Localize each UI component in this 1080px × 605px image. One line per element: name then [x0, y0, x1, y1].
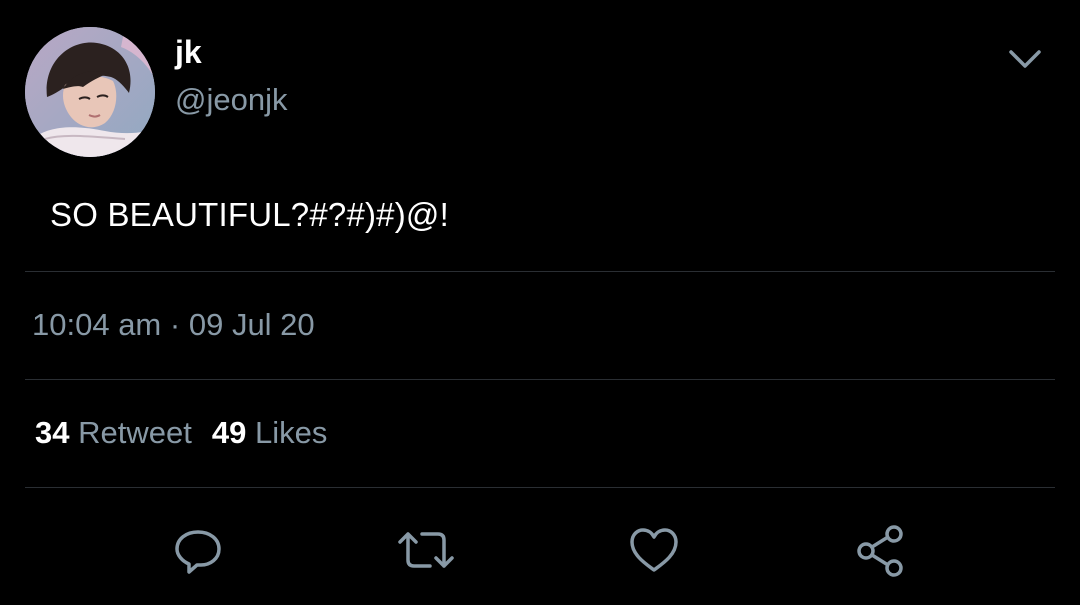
profile-photo [25, 27, 155, 157]
divider [25, 379, 1055, 380]
retweet-icon [398, 532, 454, 568]
retweet-stat[interactable]: 34 Retweet [35, 415, 192, 450]
share-icon [857, 525, 903, 577]
tweet-time: 10:04 am [32, 307, 162, 342]
divider [25, 487, 1055, 488]
chevron-down-icon[interactable] [1005, 42, 1045, 74]
reply-button[interactable] [168, 520, 228, 580]
like-count: 49 [211, 415, 247, 450]
meta-separator: · [169, 307, 181, 342]
avatar[interactable] [25, 27, 155, 157]
like-stat[interactable]: 49 Likes [212, 415, 327, 450]
share-button[interactable] [852, 520, 912, 580]
tweet-text: SO BEAUTIFUL?#?#)#)@! [50, 196, 449, 233]
retweet-count: 34 [35, 415, 70, 450]
like-button[interactable] [624, 520, 684, 580]
like-label: Likes [254, 415, 328, 450]
tweet-date: 09 Jul 20 [188, 307, 315, 342]
divider [25, 271, 1055, 272]
reply-icon [175, 530, 221, 574]
retweet-label: Retweet [78, 415, 192, 450]
engagement-stats: 34 Retweet 49 Likes [35, 415, 327, 451]
display-name[interactable]: jk [175, 34, 202, 71]
tweet-timestamp[interactable]: 10:04 am · 09 Jul 20 [32, 307, 315, 343]
user-handle[interactable]: @jeonjk [175, 82, 287, 118]
heart-icon [630, 528, 678, 572]
retweet-button[interactable] [396, 520, 456, 580]
tweet-detail: jk @jeonjk SO BEAUTIFUL?#?#)#)@! 10:04 a… [0, 0, 1080, 605]
